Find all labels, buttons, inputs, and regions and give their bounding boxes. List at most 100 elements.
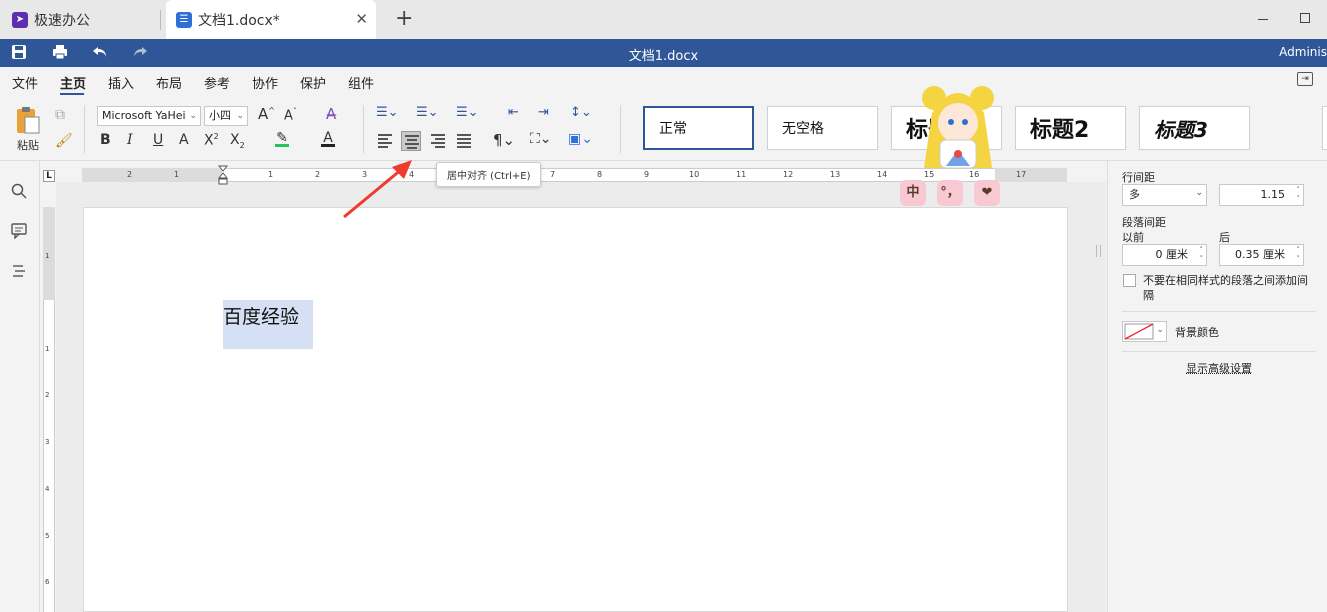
superscript-icon[interactable]: X2 xyxy=(204,132,219,149)
line-spacing-value-input[interactable]: 1.15 ˄ ˅ xyxy=(1219,184,1304,206)
style-no-spacing[interactable]: 无空格 xyxy=(767,106,878,150)
underline-icon[interactable]: U xyxy=(153,132,163,148)
font-family-value: Microsoft YaHei xyxy=(102,109,186,122)
new-tab-button[interactable]: + xyxy=(395,6,413,31)
align-right-icon xyxy=(431,134,445,150)
advanced-settings-link[interactable]: 显示高级设置 xyxy=(1186,360,1252,376)
chevron-down-icon: ⌄ xyxy=(1195,188,1203,198)
indent-marker[interactable] xyxy=(217,165,229,185)
document-page[interactable] xyxy=(83,207,1068,612)
copy-icon[interactable]: ⧉ xyxy=(55,107,65,123)
style-normal[interactable]: 正常 xyxy=(643,106,754,150)
navigation-icon[interactable] xyxy=(11,263,27,283)
minimize-icon[interactable] xyxy=(1258,19,1268,20)
sticker-button-punctuation[interactable]: °， xyxy=(937,180,963,206)
align-center-tooltip: 居中对齐 (Ctrl+E) xyxy=(436,162,542,187)
ruler-number: 8 xyxy=(597,170,603,179)
menu-plugins[interactable]: 组件 xyxy=(348,73,374,92)
multilevel-list-icon[interactable]: ☰⌄ xyxy=(456,105,479,120)
spacing-before-input[interactable]: 0 厘米 ˄ ˅ xyxy=(1122,244,1207,266)
panel-resize-handle[interactable] xyxy=(1096,245,1101,257)
highlight-color-icon[interactable]: ✎ xyxy=(275,130,289,147)
user-name[interactable]: Adminis xyxy=(1279,45,1327,59)
style-normal-label: 正常 xyxy=(659,121,687,137)
menu-insert[interactable]: 插入 xyxy=(108,73,134,92)
menu-protect[interactable]: 保护 xyxy=(300,73,326,92)
ruler-number: 4 xyxy=(45,485,50,493)
ruler-number: 5 xyxy=(45,532,50,540)
italic-icon[interactable]: I xyxy=(127,132,133,148)
subscript-icon[interactable]: X2 xyxy=(230,132,245,150)
line-spacing-icon[interactable]: ↕⌄ xyxy=(570,105,592,120)
sticker-button-chinese[interactable]: 中 xyxy=(900,180,926,206)
clipboard-icon xyxy=(17,107,40,134)
spinner-icon[interactable]: ˄ ˅ xyxy=(1297,246,1301,264)
panel-divider xyxy=(1122,351,1316,352)
menu-home[interactable]: 主页 xyxy=(60,73,86,92)
tab-document[interactable]: ☰ 文档1.docx* ✕ xyxy=(166,0,376,39)
document-title: 文档1.docx xyxy=(628,49,699,64)
increase-indent-icon[interactable]: ⇥ xyxy=(538,105,549,120)
menu-layout[interactable]: 布局 xyxy=(156,73,182,92)
title-bar: 文档1.docx Adminis xyxy=(0,39,1327,67)
grow-font-icon[interactable]: A^ xyxy=(258,105,275,123)
align-right-button[interactable] xyxy=(428,131,448,151)
no-color-icon xyxy=(1124,323,1154,340)
close-tab-icon[interactable]: ✕ xyxy=(355,10,368,28)
font-size-value: 小四 xyxy=(209,109,231,122)
decrease-indent-icon[interactable]: ⇤ xyxy=(508,105,519,120)
line-spacing-mode-select[interactable]: 多 ⌄ xyxy=(1122,184,1207,206)
menu-references[interactable]: 参考 xyxy=(204,73,230,92)
spinner-icon[interactable]: ˄ ˅ xyxy=(1297,186,1301,204)
bold-icon[interactable]: B xyxy=(100,132,111,148)
no-space-same-style-checkbox[interactable] xyxy=(1123,274,1136,287)
paragraph-spacing-label: 段落间距 xyxy=(1122,216,1166,229)
justify-button[interactable] xyxy=(454,131,474,151)
panel-divider xyxy=(1122,311,1316,312)
sticker-button-heart[interactable]: ❤ xyxy=(974,180,1000,206)
line-spacing-value: 1.15 xyxy=(1260,188,1286,201)
tab-app-home[interactable]: ➤ 极速办公 xyxy=(12,0,90,39)
paste-button[interactable]: 粘贴 xyxy=(14,105,42,153)
ribbon-separator xyxy=(363,105,364,153)
shrink-font-icon[interactable]: Aˇ xyxy=(284,107,297,123)
format-painter-icon[interactable]: 🖌 xyxy=(55,133,73,149)
tab-stop-selector[interactable]: L xyxy=(43,170,55,182)
comment-icon[interactable] xyxy=(11,223,27,243)
align-left-button[interactable] xyxy=(375,131,395,151)
spacing-after-input[interactable]: 0.35 厘米 ˄ ˅ xyxy=(1219,244,1304,266)
style-heading-2[interactable]: 标题2 xyxy=(1015,106,1126,150)
style-more[interactable] xyxy=(1322,106,1327,150)
ruler-left-margin xyxy=(82,168,222,182)
numbered-list-icon[interactable]: ☰⌄ xyxy=(416,105,439,120)
background-color-picker[interactable]: ⌄ xyxy=(1122,321,1167,342)
font-size-select[interactable]: 小四 ⌄ xyxy=(204,106,248,126)
borders-icon[interactable]: ▣⌄ xyxy=(568,131,593,147)
shading-icon[interactable]: ⛶⌄ xyxy=(530,131,552,147)
ruler-number: 3 xyxy=(45,438,50,446)
line-spacing-mode-value: 多 xyxy=(1129,188,1140,201)
before-label: 以前 xyxy=(1122,231,1144,244)
align-center-button[interactable] xyxy=(401,131,421,151)
search-icon[interactable] xyxy=(11,183,27,203)
menu-file[interactable]: 文件 xyxy=(12,73,38,92)
paragraph-mark-icon[interactable]: ¶⌄ xyxy=(493,131,515,149)
font-family-select[interactable]: Microsoft YaHei ⌄ xyxy=(97,106,201,126)
style-heading-2-label: 标题2 xyxy=(1030,118,1090,143)
selected-text[interactable]: 百度经验 xyxy=(223,300,313,349)
clear-format-icon[interactable]: A̶ xyxy=(326,105,336,123)
strikethrough-icon[interactable]: A xyxy=(179,132,189,148)
ruler-number: 2 xyxy=(315,170,321,179)
ruler-number: 14 xyxy=(877,170,888,179)
collapse-ribbon-icon[interactable]: ⇥ xyxy=(1297,72,1313,86)
font-color-icon[interactable]: A xyxy=(321,130,335,147)
ruler-number: 6 xyxy=(45,578,50,586)
menu-collaborate[interactable]: 协作 xyxy=(252,73,278,92)
ruler-number: 1 xyxy=(174,170,180,179)
line-spacing-label: 行间距 xyxy=(1122,171,1155,184)
spinner-icon[interactable]: ˄ ˅ xyxy=(1200,246,1204,264)
ribbon-separator xyxy=(620,105,621,153)
style-heading-3[interactable]: 标题3 xyxy=(1139,106,1250,150)
maximize-icon[interactable] xyxy=(1300,13,1310,23)
bullet-list-icon[interactable]: ☰⌄ xyxy=(376,105,399,120)
